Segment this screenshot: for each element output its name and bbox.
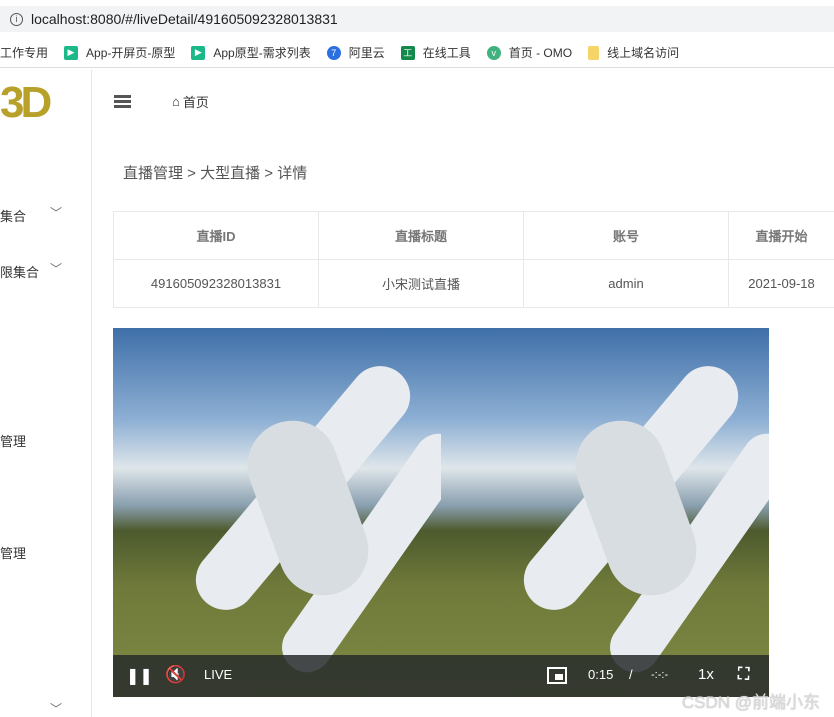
chevron-down-icon[interactable]: ﹀ xyxy=(50,260,62,277)
video-frame-left xyxy=(113,328,441,697)
bookmark-label: 首页 - OMO xyxy=(508,46,573,60)
sidebar-item-3[interactable]: 管理 xyxy=(0,431,26,450)
cell-title: 小宋测试直播 xyxy=(318,259,524,308)
bookmark-label: 在线工具 xyxy=(422,46,471,60)
sidebar-item-4[interactable]: 管理 xyxy=(0,543,26,562)
bookmark-label: 线上域名访问 xyxy=(607,46,680,60)
home-link[interactable]: ⌂ 首页 xyxy=(172,92,209,111)
bookmark-label: App-开屏页-原型 xyxy=(86,46,176,60)
table-row: 491605092328013831 小宋测试直播 admin 2021-09-… xyxy=(113,259,834,308)
top-nav: ⌂ 首页 xyxy=(92,70,834,132)
duration: -:-:- xyxy=(651,669,669,681)
url-text: localhost:8080/#/liveDetail/491605092328… xyxy=(31,11,338,27)
folder-icon xyxy=(588,45,600,60)
bookmark-work[interactable]: 工作专用 xyxy=(0,44,48,61)
table-header-row: 直播ID 直播标题 账号 直播开始 xyxy=(113,211,834,260)
sidebar-item-1[interactable]: 集合 xyxy=(0,206,26,225)
sidebar-item-2[interactable]: 限集合 xyxy=(0,262,39,281)
axure-icon: ▶ xyxy=(64,45,79,60)
video-frame-right xyxy=(441,328,769,697)
address-bar[interactable]: i localhost:8080/#/liveDetail/4916050923… xyxy=(0,6,834,32)
chevron-down-icon[interactable]: ﹀ xyxy=(50,204,62,221)
column-header: 账号 xyxy=(523,211,729,260)
bookmark-tools[interactable]: 工在线工具 xyxy=(400,44,471,61)
fullscreen-icon[interactable]: ⛶ xyxy=(738,666,749,684)
cell-account: admin xyxy=(523,259,729,308)
column-header: 直播标题 xyxy=(318,211,524,260)
bookmark-app-req[interactable]: ▶ App原型-需求列表 xyxy=(191,44,311,61)
cell-live-id: 491605092328013831 xyxy=(113,259,319,308)
playback-speed[interactable]: 1x xyxy=(698,666,714,683)
info-icon[interactable]: i xyxy=(10,12,23,26)
tool-icon: 工 xyxy=(400,45,415,60)
vue-icon: v xyxy=(486,45,501,60)
live-indicator: LIVE xyxy=(204,667,233,682)
axure-icon: ▶ xyxy=(191,45,206,60)
bookmark-aliyun[interactable]: 7 阿里云 xyxy=(326,44,385,61)
sidebar: 3D 集合 ﹀ 限集合 ﹀ 管理 管理 ﹀ xyxy=(0,70,92,717)
menu-toggle-icon[interactable] xyxy=(114,95,131,108)
bookmarks-bar: 工作专用 ▶ App-开屏页-原型 ▶ App原型-需求列表 7 阿里云 工在线工具 … xyxy=(0,38,834,68)
column-header: 直播ID xyxy=(113,211,319,260)
player-controls: ❚❚ 🔇 LIVE 0:15 / -:-:- 1x ⛶ xyxy=(113,655,769,697)
breadcrumb: 直播管理 > 大型直播 > 详情 xyxy=(123,165,308,182)
aliyun-icon: 7 xyxy=(326,45,341,60)
live-info-table: 直播ID 直播标题 账号 直播开始 491605092328013831 小宋测… xyxy=(113,211,834,308)
bookmark-app-splash[interactable]: ▶ App-开屏页-原型 xyxy=(64,44,175,61)
pause-icon[interactable]: ❚❚ xyxy=(126,666,153,686)
chevron-down-icon[interactable]: ﹀ xyxy=(50,700,62,717)
time-separator: / xyxy=(629,667,633,682)
column-header: 直播开始 xyxy=(728,211,834,260)
bookmark-label: App原型-需求列表 xyxy=(213,46,311,60)
current-time: 0:15 xyxy=(588,667,614,682)
picture-in-picture-icon[interactable] xyxy=(547,667,567,684)
bookmark-label: 阿里云 xyxy=(348,46,385,60)
bookmark-omo[interactable]: v 首页 - OMO xyxy=(486,44,573,61)
muted-speaker-icon[interactable]: 🔇 xyxy=(165,665,186,685)
watermark: CSDN @前端小东 xyxy=(681,693,820,712)
home-icon: ⌂ xyxy=(172,94,180,109)
cell-start-time: 2021-09-18 xyxy=(728,259,834,308)
bookmark-domain[interactable]: 线上域名访问 xyxy=(588,44,679,61)
bookmark-label: 工作专用 xyxy=(0,46,49,60)
logo: 3D xyxy=(0,78,52,127)
video-player[interactable]: ❚❚ 🔇 LIVE 0:15 / -:-:- 1x ⛶ xyxy=(113,328,769,697)
home-label: 首页 xyxy=(182,95,209,110)
